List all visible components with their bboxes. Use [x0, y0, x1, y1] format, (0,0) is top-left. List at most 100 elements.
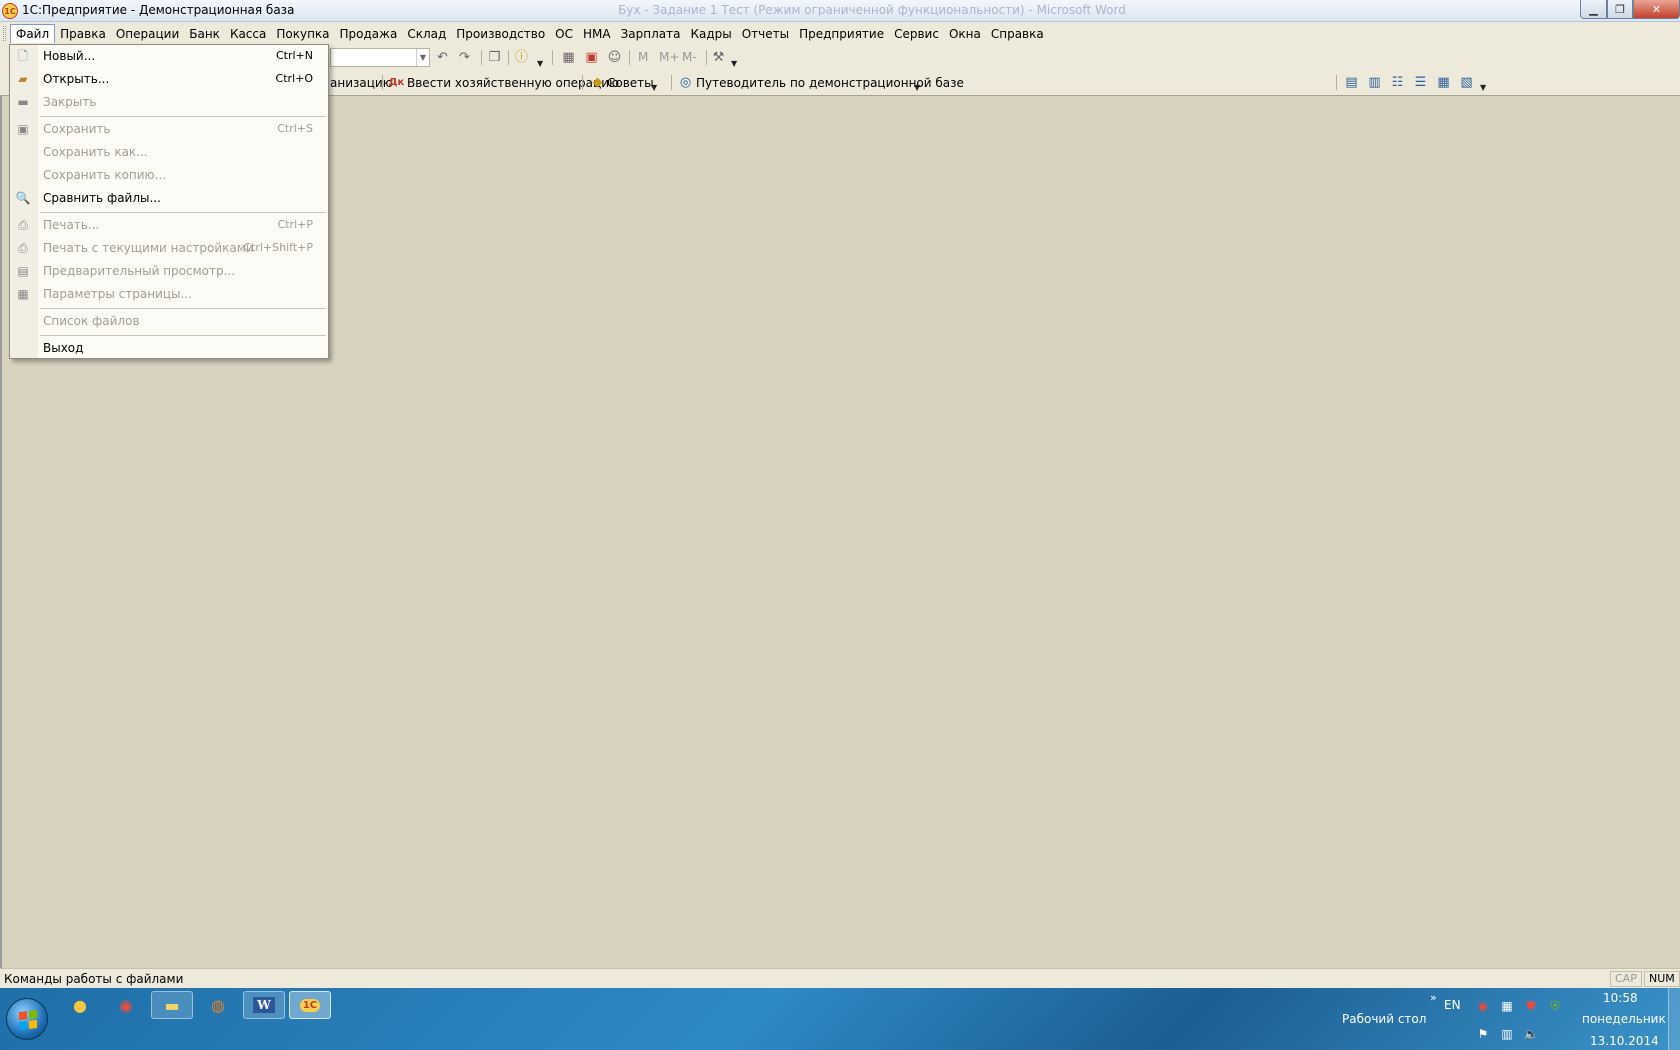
chevron-down-icon[interactable]: ▼ — [537, 59, 543, 68]
toolbar-separator — [706, 50, 707, 65]
reports-icon[interactable]: ▧ — [1458, 74, 1475, 91]
caps-lock-indicator: CAP — [1610, 971, 1642, 987]
chevron-down-icon[interactable]: ▼ — [731, 59, 737, 68]
menu-purchase[interactable]: Покупка — [271, 25, 334, 43]
close-document-icon: ▬ — [17, 95, 29, 109]
guide-button[interactable]: Путеводитель по демонстрационной базе — [696, 76, 964, 90]
menu-windows[interactable]: Окна — [944, 25, 986, 43]
menu-item-shortcut: Ctrl+O — [275, 72, 313, 85]
menu-item-print-current[interactable]: ⎙ Печать с текущими настройками Ctrl+Shi… — [10, 237, 328, 260]
menu-item-page-setup[interactable]: ▦ Параметры страницы... — [10, 283, 328, 306]
close-button[interactable]: ✕ — [1633, 0, 1680, 19]
menu-operations[interactable]: Операции — [111, 25, 184, 43]
window-controls: ▁ ❐ ✕ — [1580, 0, 1680, 19]
tips-button[interactable]: Советы — [607, 76, 654, 90]
organization-button-label[interactable]: анизацию — [330, 76, 393, 90]
counterparties-icon[interactable]: ☷ — [1389, 74, 1406, 91]
menu-reports[interactable]: Отчеты — [737, 25, 794, 43]
undo-icon[interactable]: ↶ — [434, 49, 451, 66]
chevron-down-icon[interactable]: ▼ — [651, 83, 657, 92]
menu-hr[interactable]: Кадры — [685, 25, 736, 43]
chrome-icon: ◉ — [119, 995, 133, 1015]
menu-file[interactable]: Файл — [10, 24, 56, 43]
clock-date[interactable]: 13.10.2014 — [1590, 1034, 1659, 1048]
start-button[interactable] — [6, 998, 48, 1040]
menu-cash[interactable]: Касса — [225, 25, 271, 43]
info-icon[interactable]: ⓘ — [513, 49, 530, 66]
taskbar-app-pinned[interactable]: ● — [59, 991, 101, 1019]
menu-sales[interactable]: Продажа — [335, 25, 403, 43]
clock-day[interactable]: понедельник — [1582, 1012, 1666, 1026]
menu-item-save-as[interactable]: Сохранить как... — [10, 141, 328, 164]
calendar-icon[interactable]: ▣ — [583, 49, 600, 66]
memory-minus-button[interactable]: M- — [682, 50, 697, 64]
enter-operation-button[interactable]: Ввести хозяйственную операцию — [407, 76, 619, 90]
menu-item-save[interactable]: ▣ Сохранить Ctrl+S — [10, 118, 328, 141]
menu-help[interactable]: Справка — [986, 25, 1049, 43]
firefox-icon: ◍ — [211, 995, 225, 1015]
menubar-grip[interactable] — [3, 26, 6, 41]
menu-separator — [40, 116, 326, 117]
chart-of-accounts-icon[interactable]: ▤ — [1343, 74, 1360, 91]
menu-item-exit[interactable]: Выход — [10, 337, 328, 360]
minimize-button[interactable]: ▁ — [1580, 0, 1607, 19]
menu-item-file-list[interactable]: Список файлов — [10, 310, 328, 333]
flag-icon[interactable]: ⚑ — [1475, 1026, 1491, 1042]
menu-item-new[interactable]: 🗋 Новый... Ctrl+N — [10, 45, 328, 68]
taskbar-chrome[interactable]: ◉ — [105, 991, 147, 1019]
shield-icon[interactable]: ⛊ — [1523, 998, 1539, 1014]
menu-item-print[interactable]: ⎙ Печать... Ctrl+P — [10, 214, 328, 237]
redo-icon[interactable]: ↷ — [456, 49, 473, 66]
employees-icon[interactable]: ☰ — [1412, 74, 1429, 91]
menu-edit[interactable]: Правка — [55, 25, 111, 43]
app-logo-icon: 1С — [2, 3, 18, 19]
taskbar-firefox[interactable]: ◍ — [197, 991, 239, 1019]
tools-icon[interactable]: ⚒ — [710, 49, 727, 66]
menu-warehouse[interactable]: Склад — [402, 25, 451, 43]
volume-icon[interactable]: 🔈 — [1523, 1026, 1539, 1042]
menu-item-label: Сохранить — [43, 122, 111, 136]
menu-bank[interactable]: Банк — [184, 25, 225, 43]
menu-service[interactable]: Сервис — [889, 25, 944, 43]
maximize-button[interactable]: ❐ — [1607, 0, 1633, 19]
taskbar-1c[interactable]: 1С — [289, 991, 331, 1019]
network-tray-icon[interactable]: ▦ — [1499, 998, 1515, 1014]
toolbar-expand-icon[interactable]: » — [1430, 991, 1437, 1004]
menu-intangible-assets[interactable]: НМА — [578, 25, 616, 43]
memory-button[interactable]: M — [638, 50, 648, 64]
menu-item-open[interactable]: ▰ Открыть... Ctrl+O — [10, 68, 328, 91]
clock-time[interactable]: 10:58 — [1603, 991, 1638, 1005]
desktop-toolbar-label[interactable]: Рабочий стол — [1342, 1012, 1426, 1026]
menu-item-compare-files[interactable]: 🔍 Сравнить файлы... — [10, 187, 328, 210]
language-indicator[interactable]: EN — [1444, 998, 1461, 1012]
show-desktop-button[interactable] — [1668, 988, 1680, 1050]
power-tray-icon[interactable]: ▥ — [1499, 1026, 1515, 1042]
memory-plus-button[interactable]: M+ — [659, 50, 679, 64]
menu-salary[interactable]: Зарплата — [616, 25, 686, 43]
calculator-icon[interactable]: ▦ — [560, 49, 577, 66]
tips-icon: ◆ — [592, 75, 603, 90]
menu-item-print-preview[interactable]: ▤ Предварительный просмотр... — [10, 260, 328, 283]
chevron-down-icon[interactable]: ▼ — [914, 83, 920, 92]
security-tray-icon[interactable]: ⛨ — [1547, 998, 1563, 1014]
taskbar-explorer[interactable]: ▬ — [151, 991, 193, 1019]
menu-fixed-assets[interactable]: ОС — [550, 25, 578, 43]
journal-icon[interactable]: ▥ — [1366, 74, 1383, 91]
menu-item-label: Выход — [43, 341, 84, 355]
menu-production[interactable]: Производство — [451, 25, 550, 43]
chrome-tray-icon[interactable]: ◉ — [1475, 998, 1491, 1014]
search-combo[interactable]: ▼ — [330, 48, 430, 67]
documents-icon[interactable]: ▦ — [1435, 74, 1452, 91]
menu-item-save-copy[interactable]: Сохранить копию... — [10, 164, 328, 187]
users-icon[interactable]: ☺ — [606, 49, 623, 66]
menu-item-label: Предварительный просмотр... — [43, 264, 236, 278]
chevron-down-icon[interactable]: ▼ — [1480, 83, 1486, 92]
menu-item-close[interactable]: ▬ Закрыть — [10, 91, 328, 114]
taskbar-word[interactable]: W — [243, 991, 285, 1019]
print-icon: ⎙ — [18, 218, 28, 232]
open-folder-icon: ▰ — [18, 72, 28, 86]
menu-enterprise[interactable]: Предприятие — [794, 25, 889, 43]
toolbar-separator — [481, 50, 482, 65]
windows-icon[interactable]: ❐ — [486, 49, 503, 66]
chevron-down-icon[interactable]: ▼ — [416, 49, 429, 66]
